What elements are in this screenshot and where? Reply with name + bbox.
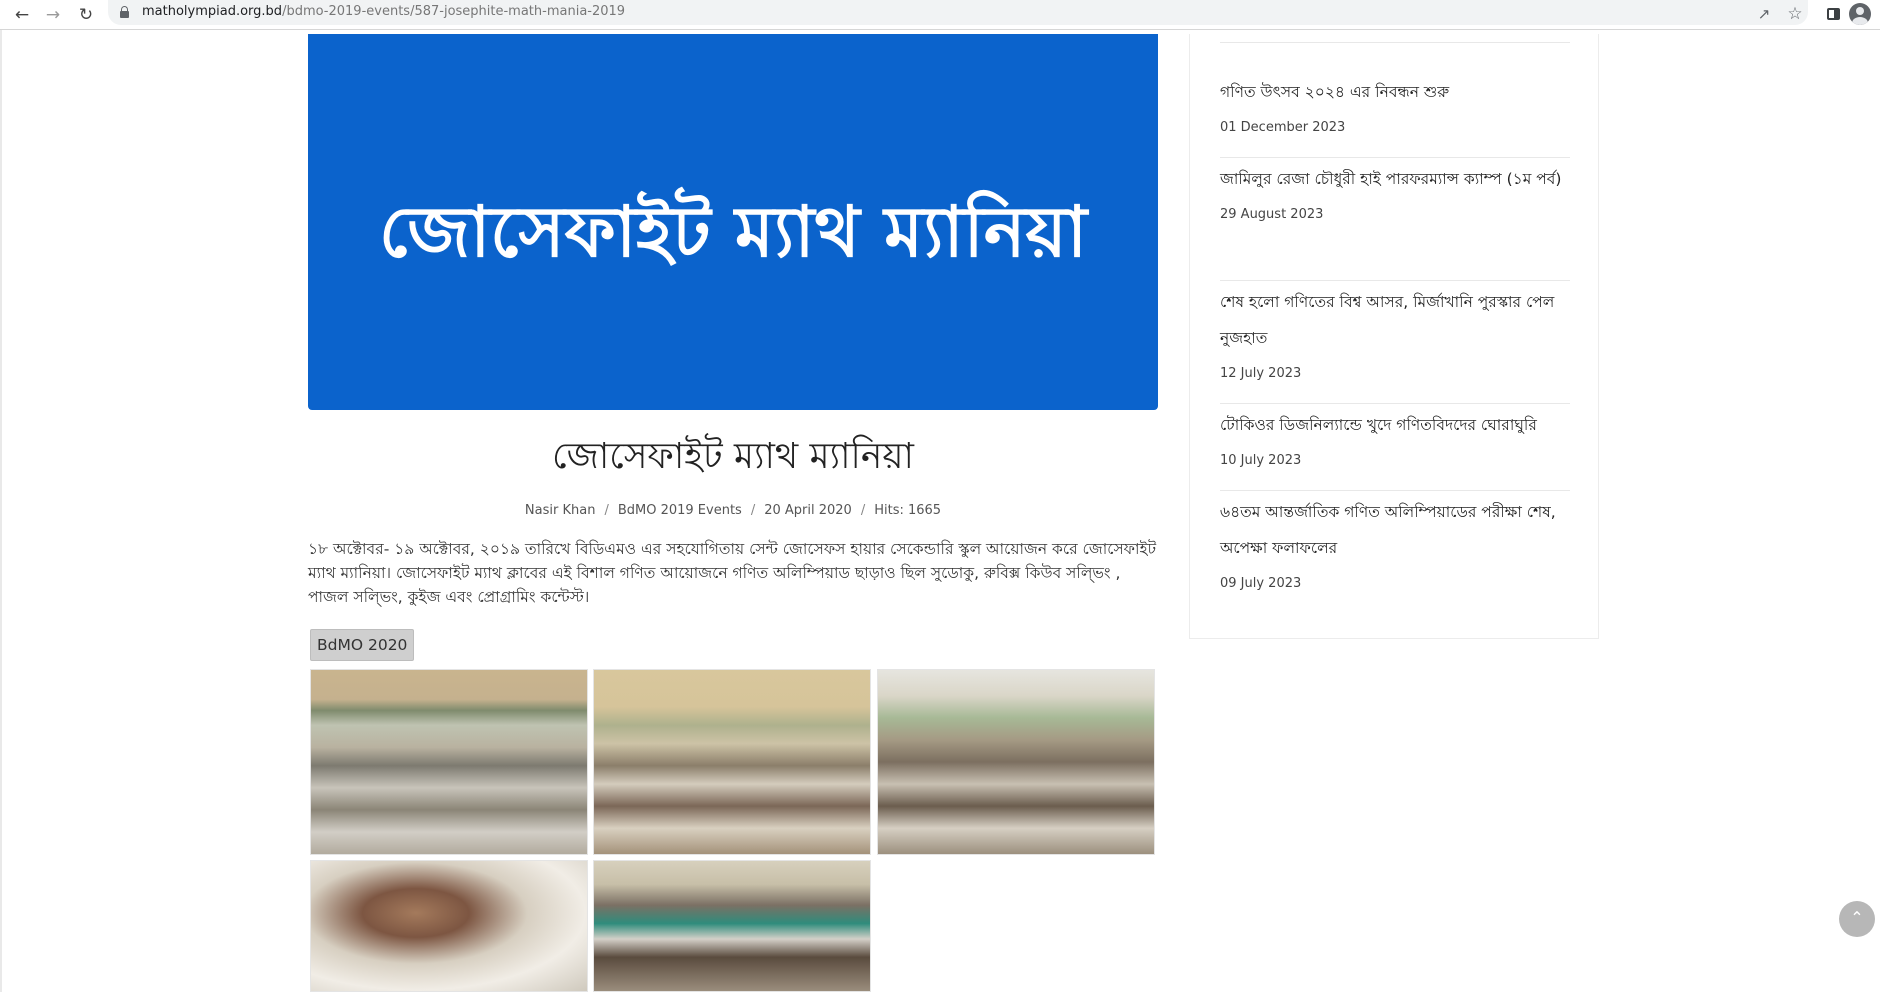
sidebar-divider <box>1220 403 1570 404</box>
gallery-photo[interactable] <box>310 860 588 992</box>
hits-count: Hits: 1665 <box>874 503 942 518</box>
sidebar-divider <box>1220 280 1570 281</box>
sidebar-post-date: 01 December 2023 <box>1220 120 1346 135</box>
sidebar-post-date: 12 July 2023 <box>1220 366 1302 381</box>
browser-toolbar: ← → ↻ matholympiad.org.bd/bdmo-2019-even… <box>0 0 1880 30</box>
meta-separator: / <box>750 503 756 518</box>
star-icon[interactable]: ☆ <box>1783 2 1807 26</box>
sidebar-post-date: 10 July 2023 <box>1220 453 1302 468</box>
gallery-tag[interactable]: BdMO 2020 <box>310 629 415 661</box>
sidebar-post[interactable]: জামিলুর রেজা চৌধুরী হাই পারফরম্যান্স ক্য… <box>1220 161 1570 225</box>
side-panel-icon[interactable] <box>1821 2 1845 26</box>
scroll-to-top-button[interactable]: ⌃ <box>1839 901 1875 937</box>
sidebar-post[interactable]: ৬৪তম আন্তর্জাতিক গণিত অলিম্পিয়াডের পরীক… <box>1220 494 1570 594</box>
url-domain: matholympiad.org.bd <box>142 4 283 19</box>
gallery-photo[interactable] <box>310 669 588 855</box>
share-icon[interactable]: ↗ <box>1752 2 1776 26</box>
sidebar-divider <box>1220 490 1570 491</box>
url-path: /bdmo-2019-events/587-josephite-math-man… <box>282 4 626 19</box>
gallery-photo[interactable] <box>877 669 1155 855</box>
hero-banner-text: জোসেফাইট ম্যাথ ম্যানিয়া <box>378 191 1088 273</box>
reload-icon[interactable]: ↻ <box>74 3 98 27</box>
page-left-edge <box>0 30 2 992</box>
sidebar-post-title[interactable]: গণিত উৎসব ২০২৪ এর নিবন্ধন শুরু <box>1220 74 1570 110</box>
sidebar-divider <box>1220 157 1570 158</box>
lock-icon[interactable] <box>120 6 129 18</box>
url-text[interactable]: matholympiad.org.bd/bdmo-2019-events/587… <box>142 4 625 20</box>
gallery-photo[interactable] <box>593 860 871 992</box>
chevron-up-icon: ⌃ <box>1850 908 1864 927</box>
latest-news-sidebar: গণিত উৎসব ২০২৪ এর নিবন্ধন শুরু 01 Decemb… <box>1189 34 1599 639</box>
sidebar-divider <box>1220 42 1570 43</box>
category-link[interactable]: BdMO 2019 Events <box>618 503 742 518</box>
back-arrow-icon[interactable]: ← <box>10 3 34 27</box>
article-body: ১৮ অক্টোবর- ১৯ অক্টোবর, ২০১৯ তারিখে বিডি… <box>308 540 1157 606</box>
profile-icon[interactable] <box>1849 3 1871 25</box>
meta-separator: / <box>860 503 866 518</box>
article-meta: Nasir Khan / BdMO 2019 Events / 20 April 202… <box>308 501 1158 521</box>
sidebar-post[interactable]: গণিত উৎসব ২০২৪ এর নিবন্ধন শুরু 01 Decemb… <box>1220 74 1570 138</box>
published-date: 20 April 2020 <box>764 503 852 518</box>
address-bar[interactable]: matholympiad.org.bd/bdmo-2019-events/587… <box>108 0 1808 25</box>
gallery-photo[interactable] <box>593 669 871 855</box>
sidebar-post-date: 09 July 2023 <box>1220 576 1302 591</box>
article-title: জোসেফাইট ম্যাথ ম্যানিয়া <box>552 436 914 477</box>
author-link[interactable]: Nasir Khan <box>525 503 596 518</box>
forward-arrow-icon[interactable]: → <box>41 3 65 27</box>
sidebar-post-title[interactable]: জামিলুর রেজা চৌধুরী হাই পারফরম্যান্স ক্য… <box>1220 161 1570 197</box>
sidebar-post-date: 29 August 2023 <box>1220 207 1324 222</box>
hero-banner: জোসেফাইট ম্যাথ ম্যানিয়া <box>308 34 1158 410</box>
sidebar-post-title[interactable]: টোকিওর ডিজনিল্যান্ডে খুদে গণিতবিদদের ঘোর… <box>1220 407 1570 443</box>
sidebar-post[interactable]: টোকিওর ডিজনিল্যান্ডে খুদে গণিতবিদদের ঘোর… <box>1220 407 1570 471</box>
sidebar-post-title[interactable]: ৬৪তম আন্তর্জাতিক গণিত অলিম্পিয়াডের পরীক… <box>1220 494 1570 566</box>
sidebar-post[interactable]: শেষ হলো গণিতের বিশ্ব আসর, মির্জাখানি পুর… <box>1220 284 1570 384</box>
sidebar-post-title[interactable]: শেষ হলো গণিতের বিশ্ব আসর, মির্জাখানি পুর… <box>1220 284 1570 356</box>
meta-separator: / <box>604 503 609 518</box>
